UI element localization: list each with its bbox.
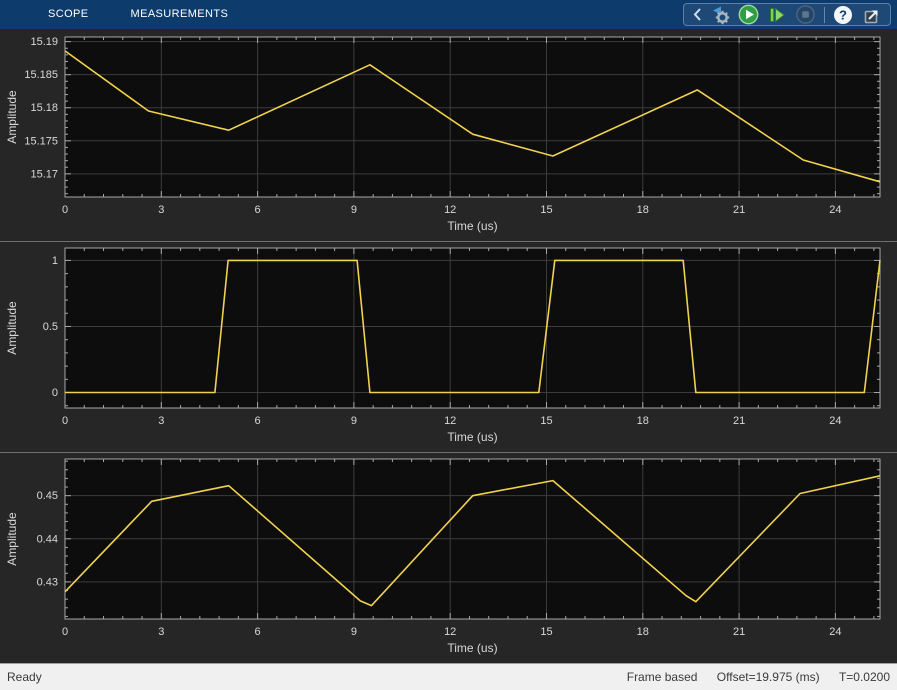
y-tick-label: 15.17 xyxy=(30,168,58,180)
y-axis-label: Amplitude xyxy=(5,90,19,144)
status-bar: Ready Frame based Offset=19.975 (ms) T=0… xyxy=(0,663,897,690)
x-tick-label: 9 xyxy=(351,626,357,638)
x-tick-label: 24 xyxy=(829,626,841,638)
status-sample-time: T=0.0200 xyxy=(838,670,890,684)
x-tick-label: 3 xyxy=(158,204,164,216)
status-offset: Offset=19.975 (ms) xyxy=(716,670,820,684)
scope-display-2[interactable]: 0 3 6 9 12 15 18 21 24 1 0.5 0 Time (us) Amplitude xyxy=(0,241,897,452)
x-axis-label: Time (us) xyxy=(447,641,497,655)
x-tick-label: 15 xyxy=(540,204,552,216)
x-tick-label: 12 xyxy=(444,415,456,427)
x-tick-label: 3 xyxy=(158,415,164,427)
x-tick-label: 0 xyxy=(62,626,68,638)
x-tick-label: 6 xyxy=(255,415,261,427)
simulate-toolbar: ? xyxy=(683,3,891,26)
y-axis-label: Amplitude xyxy=(5,301,19,355)
x-tick-label: 21 xyxy=(733,626,745,638)
step-forward-button[interactable] xyxy=(767,5,787,25)
status-right-group: Frame based Offset=19.975 (ms) T=0.0200 xyxy=(611,670,890,684)
x-tick-label: 9 xyxy=(351,204,357,216)
y-tick-label: 15.19 xyxy=(30,36,58,48)
y-tick-label: 15.185 xyxy=(24,69,58,81)
svg-text:?: ? xyxy=(839,7,847,22)
x-tick-label: 18 xyxy=(637,204,649,216)
x-tick-label: 15 xyxy=(540,626,552,638)
run-button[interactable] xyxy=(738,4,759,25)
x-tick-label: 9 xyxy=(351,415,357,427)
scope-plot-canvas[interactable]: 0 3 6 9 12 15 18 21 24 0.45 0.44 0.43 Time (us) Ampli… xyxy=(0,453,897,663)
y-tick-label: 0.44 xyxy=(37,533,58,545)
help-button[interactable]: ? xyxy=(833,5,853,25)
y-tick-label: 0.5 xyxy=(43,321,58,333)
y-tick-label: 15.18 xyxy=(30,102,58,114)
y-axis-label: Amplitude xyxy=(5,512,19,566)
y-tick-label: 0 xyxy=(52,387,58,399)
y-tick-label: 0.43 xyxy=(37,576,58,588)
scope-plot-canvas[interactable]: 0 3 6 9 12 15 18 21 24 15.19 15.185 15.18 15.175 15.1… xyxy=(0,31,897,241)
scope-display-1[interactable]: 0 3 6 9 12 15 18 21 24 15.19 15.185 15.18 15.175 15.1… xyxy=(0,29,897,241)
x-tick-label: 0 xyxy=(62,204,68,216)
toolstrip-tabbar: SCOPE MEASUREMENTS ? xyxy=(0,0,897,29)
scope-window: SCOPE MEASUREMENTS ? 0 3 6 9 12 15 18 21… xyxy=(0,0,897,690)
x-tick-label: 3 xyxy=(158,626,164,638)
x-tick-label: 15 xyxy=(540,415,552,427)
x-tick-label: 18 xyxy=(637,415,649,427)
x-axis-label: Time (us) xyxy=(447,219,497,233)
toolbar-separator xyxy=(824,6,825,23)
x-tick-label: 6 xyxy=(255,626,261,638)
collapse-toolstrip-chevron-icon[interactable] xyxy=(693,7,702,22)
scope-display-3[interactable]: 0 3 6 9 12 15 18 21 24 0.45 0.44 0.43 Time (us) Ampli… xyxy=(0,452,897,663)
x-tick-label: 12 xyxy=(444,204,456,216)
x-tick-label: 18 xyxy=(637,626,649,638)
tab-scope[interactable]: SCOPE xyxy=(34,0,103,29)
x-tick-label: 24 xyxy=(829,204,841,216)
x-tick-label: 21 xyxy=(733,415,745,427)
x-axis-label: Time (us) xyxy=(447,430,497,444)
scope-plot-canvas[interactable]: 0 3 6 9 12 15 18 21 24 1 0.5 0 Time (us) Amplitude xyxy=(0,242,897,452)
status-frame-type: Frame based xyxy=(626,670,698,684)
x-tick-label: 6 xyxy=(255,204,261,216)
x-tick-label: 21 xyxy=(733,204,745,216)
x-tick-label: 24 xyxy=(829,415,841,427)
highlight-simulink-block-icon[interactable] xyxy=(710,5,730,25)
x-tick-label: 12 xyxy=(444,626,456,638)
y-tick-label: 15.175 xyxy=(24,135,58,147)
tab-measurements[interactable]: MEASUREMENTS xyxy=(117,0,243,29)
x-tick-label: 0 xyxy=(62,415,68,427)
y-tick-label: 1 xyxy=(52,255,58,267)
y-tick-label: 0.45 xyxy=(37,490,58,502)
stop-button[interactable] xyxy=(795,4,816,25)
undock-icon[interactable] xyxy=(861,5,881,25)
status-ready-text: Ready xyxy=(7,670,42,684)
